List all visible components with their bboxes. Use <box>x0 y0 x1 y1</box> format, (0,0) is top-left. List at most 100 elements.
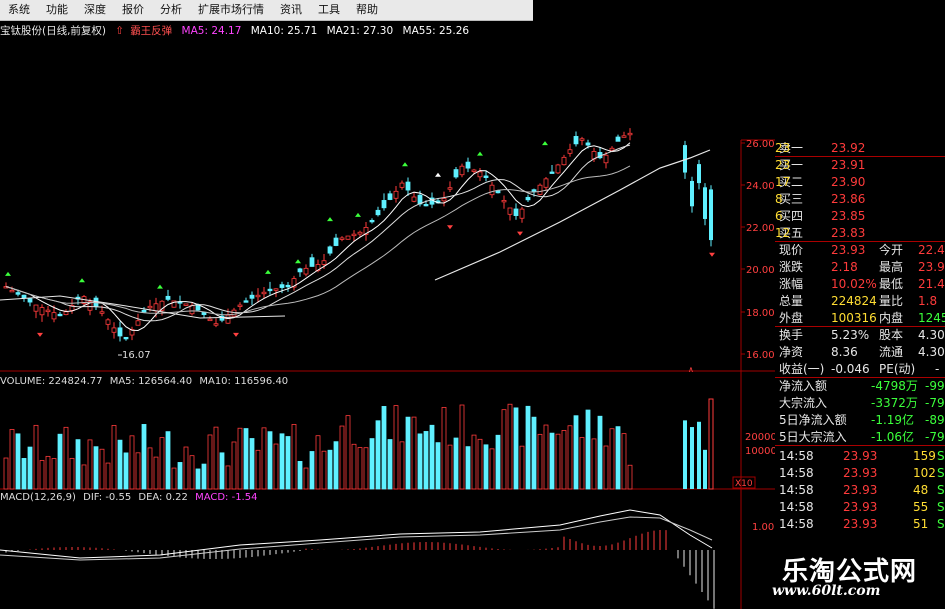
volume-bar <box>309 451 315 490</box>
volume-bar <box>357 447 363 490</box>
flow-label: 5日大宗流入 <box>779 430 847 444</box>
pe-row: 收益(一) -0.046 PE(动) - <box>775 361 945 377</box>
candle-body <box>525 196 531 201</box>
candle-body <box>375 209 381 216</box>
volume-bar <box>171 467 177 490</box>
candle-body <box>57 313 63 317</box>
volume-bar <box>459 404 465 490</box>
volume-bar <box>273 443 279 490</box>
volume-bar <box>683 420 687 489</box>
candle-body <box>243 300 249 303</box>
signal-arrow-icon <box>295 259 301 264</box>
volume-bar <box>591 438 597 490</box>
volume-bar <box>69 457 75 490</box>
candle-body <box>15 292 21 295</box>
order-volume: 17 <box>775 175 791 189</box>
tick-price: 23.93 <box>843 500 878 514</box>
volume-bar <box>189 455 195 490</box>
candle-body <box>507 207 513 215</box>
candle-body <box>531 189 537 192</box>
volume-bar <box>285 436 291 490</box>
candle-body <box>165 295 171 300</box>
volume-bar <box>261 427 267 490</box>
finance-value: 5.23% <box>831 328 870 342</box>
candle-body <box>9 289 15 293</box>
candle-body <box>609 147 615 151</box>
candle-body <box>231 309 237 317</box>
stat-label: 现价 <box>779 243 804 257</box>
candle-body <box>147 305 153 309</box>
signal-arrow-icon <box>542 141 548 146</box>
candle-body <box>709 189 713 241</box>
candle-body <box>477 171 483 178</box>
candle-body <box>267 288 273 292</box>
volume-bar <box>243 428 249 490</box>
volume-bar <box>297 461 303 490</box>
tick-volume: 55 <box>913 500 929 514</box>
volume-bar <box>435 442 441 490</box>
stat-label: 量比 <box>879 294 904 308</box>
candle-body <box>105 319 111 325</box>
candle-body <box>339 237 345 240</box>
volume-bar <box>117 439 123 490</box>
volume-bar <box>519 445 525 490</box>
macd-dea-line <box>0 516 713 561</box>
tick-price: 23.93 <box>843 483 878 497</box>
volume-bar <box>153 456 159 490</box>
tick-row: 14:58 23.93 51 S <box>775 516 945 532</box>
quote-stat-row: 现价 23.93 今开 22.4 <box>775 242 945 258</box>
finance-label: 换手 <box>779 328 804 342</box>
fund-flow-row: 5日大宗流入 -1.06亿 -79 <box>775 429 945 445</box>
order-price: 23.85 <box>831 209 866 223</box>
order-book-row: 买五 23.83 12 <box>775 225 945 241</box>
stat-label: 最高 <box>879 260 904 274</box>
candle-body <box>387 193 393 200</box>
candle-body <box>513 208 519 216</box>
volume-bar <box>327 449 333 490</box>
stat-label: 最低 <box>879 277 904 291</box>
volume-bar <box>177 462 183 490</box>
volume-bar <box>255 449 261 490</box>
tick-volume: 48 <box>913 483 929 497</box>
volume-bar <box>447 444 453 490</box>
quote-stat-row: 涨跌 2.18 最高 23.9 <box>775 259 945 275</box>
signal-arrow-icon <box>5 271 11 276</box>
candle-body <box>405 181 411 191</box>
volume-bar <box>627 464 633 490</box>
candle-body <box>471 169 477 172</box>
volume-bar <box>423 431 429 490</box>
stat-value: 2.18 <box>831 260 858 274</box>
flow-extra: -99 <box>925 379 945 393</box>
volume-ma10: MA10: 116596.40 <box>199 376 289 387</box>
volume-bar <box>399 441 405 490</box>
candle-body <box>225 314 231 324</box>
candle-body <box>465 161 471 169</box>
kline-chart[interactable]: 26.00 24.00 22.00 20.00 18.00 16.00 2000… <box>0 0 775 609</box>
tick-price: 23.93 <box>843 449 878 463</box>
volume-bar <box>567 425 573 490</box>
flow-value: -1.06亿 <box>871 430 915 444</box>
volume-bar <box>165 431 171 490</box>
signal-arrow-icon <box>402 162 408 167</box>
signal-arrow-icon <box>355 212 361 217</box>
volume-bar <box>51 458 57 490</box>
volume-bar <box>555 433 561 490</box>
macd-tick-label: 1.00 <box>752 522 774 533</box>
candle-body <box>621 135 627 138</box>
volume-bar <box>411 416 417 490</box>
pe-value: - <box>935 362 940 376</box>
marker-icon: ∧ <box>688 365 694 374</box>
volume-header: VOLUME: 224824.77 MA5: 126564.40 MA10: 1… <box>0 376 288 387</box>
volume-value: VOLUME: 224824.77 <box>0 376 103 387</box>
flow-label: 5日净流入额 <box>779 413 847 427</box>
volume-bar <box>615 426 621 490</box>
candle-body <box>573 136 579 145</box>
candle-body <box>543 178 549 188</box>
flow-extra: -89 <box>925 413 945 427</box>
volume-bar <box>483 444 489 490</box>
volume-bar <box>93 446 99 490</box>
candle-body <box>561 156 567 166</box>
volume-bar <box>27 446 33 490</box>
finance-value: 4.30亿 <box>918 328 945 342</box>
flow-value: -1.19亿 <box>871 413 915 427</box>
